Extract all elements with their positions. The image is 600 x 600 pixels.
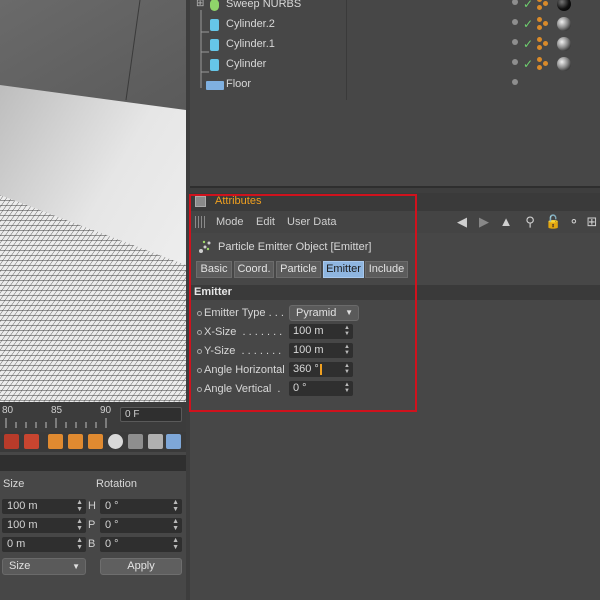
object-row-sweep-nurbs[interactable]: ⊞ Sweep NURBS ✓: [190, 0, 600, 15]
forward-arrow-icon[interactable]: ▶: [477, 215, 491, 229]
scale-icon[interactable]: [68, 434, 83, 449]
tool-palette: [0, 432, 186, 452]
rotation-h-field[interactable]: 0 ° ▲ ▼: [100, 499, 182, 514]
object-row-cylinder[interactable]: Cylinder ✓: [190, 55, 600, 75]
editor-visibility-dot[interactable]: [512, 19, 518, 25]
material-tag-icon[interactable]: [557, 37, 571, 51]
points-icon[interactable]: [128, 434, 143, 449]
object-manager: ⊞ Sweep NURBS ✓ Cylinder.2 ✓ Cylinder.1 …: [190, 0, 600, 188]
enabled-check-icon[interactable]: ✓: [523, 57, 533, 71]
up-arrow-icon[interactable]: ▲: [499, 215, 513, 229]
apply-button[interactable]: Apply: [100, 558, 182, 575]
axis-p-label: P: [88, 519, 96, 531]
tag-icon[interactable]: [537, 17, 551, 31]
expand-plus-icon[interactable]: ⊞: [196, 0, 204, 9]
new-panel-icon[interactable]: ⊞: [585, 215, 599, 229]
coordinates-manager: Size Rotation 100 m ▲ ▼ 100 m ▲ ▼ 0 m ▲ ▼ H P …: [0, 471, 186, 600]
tag-icon[interactable]: [537, 37, 551, 51]
enabled-check-icon[interactable]: ✓: [523, 17, 533, 31]
record-icon[interactable]: [4, 434, 19, 449]
search-icon[interactable]: ⚲: [523, 215, 537, 229]
rotation-p-field[interactable]: 0 ° ▲ ▼: [100, 518, 182, 533]
enabled-check-icon[interactable]: ✓: [523, 37, 533, 51]
viewport-scene: [0, 0, 186, 402]
axis-h-label: H: [88, 500, 96, 512]
enabled-check-icon[interactable]: ✓: [523, 0, 533, 11]
help-icon[interactable]: [24, 434, 39, 449]
editor-visibility-dot[interactable]: [512, 0, 518, 5]
timeline-ticks: [5, 418, 107, 428]
highlight-box: [189, 194, 417, 412]
timeline-label: 85: [51, 405, 63, 416]
size-x-field[interactable]: 100 m ▲ ▼: [2, 499, 86, 514]
chevron-down-icon: ▼: [72, 562, 80, 571]
object-row-cylinder-1[interactable]: Cylinder.1 ✓: [190, 35, 600, 55]
knife-icon[interactable]: [148, 434, 163, 449]
coordinates-header-bar: [0, 455, 186, 471]
editor-visibility-dot[interactable]: [512, 39, 518, 45]
tag-icon[interactable]: [537, 0, 551, 11]
pin-icon[interactable]: ⚬: [567, 215, 581, 229]
timeline-label: 80: [2, 405, 14, 416]
tag-icon[interactable]: [537, 57, 551, 71]
rotation-b-field[interactable]: 0 ° ▲ ▼: [100, 537, 182, 552]
rotation-header: Rotation: [96, 478, 137, 490]
material-tag-icon[interactable]: [557, 57, 571, 71]
coordinate-mode-dropdown[interactable]: Size ▼: [2, 558, 86, 575]
3d-viewport[interactable]: [0, 0, 186, 402]
editor-visibility-dot[interactable]: [512, 79, 518, 85]
size-y-field[interactable]: 100 m ▲ ▼: [2, 518, 86, 533]
size-header: Size: [3, 478, 25, 490]
current-frame-field[interactable]: 0 F: [120, 407, 182, 422]
timeline-label: 90: [100, 405, 112, 416]
move-icon[interactable]: [48, 434, 63, 449]
lock-icon[interactable]: 🔓: [545, 215, 561, 229]
size-z-field[interactable]: 0 m ▲ ▼: [2, 537, 86, 552]
material-tag-icon[interactable]: [557, 17, 571, 31]
material-tag-icon[interactable]: [557, 0, 571, 11]
view-icon[interactable]: [166, 434, 181, 449]
hierarchy-lines: [200, 10, 209, 88]
editor-visibility-dot[interactable]: [512, 59, 518, 65]
back-arrow-icon[interactable]: ◀: [455, 215, 469, 229]
axis-b-label: B: [88, 538, 96, 550]
object-row-cylinder-2[interactable]: Cylinder.2 ✓: [190, 15, 600, 35]
parameter-icon[interactable]: [108, 434, 123, 449]
object-row-floor[interactable]: Floor: [190, 75, 600, 95]
rotate-icon[interactable]: [88, 434, 103, 449]
